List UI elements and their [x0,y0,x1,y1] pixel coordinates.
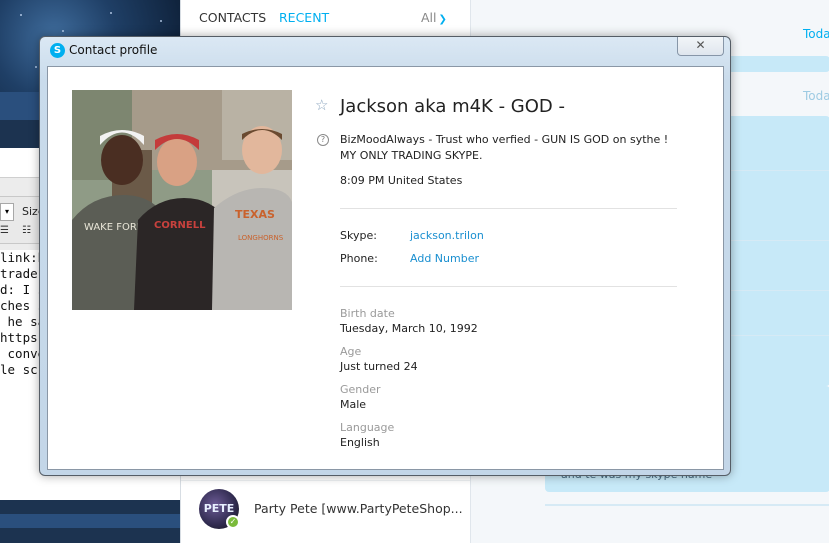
online-status-icon: ✓ [226,515,240,529]
shirt-text: CORNELL [154,220,206,231]
close-button[interactable]: ✕ [677,37,724,56]
birth-date-label: Birth date [340,307,395,320]
age-value: Just turned 24 [340,360,418,373]
profile-photo-image: WAKE FOREST CORNELL TEXAS LONGHORNS [72,90,292,310]
date-stamp: Toda [803,89,829,103]
contact-profile-dialog: S Contact profile ✕ WAKE FOREST CORNELL … [39,36,731,476]
mood-info-icon: ? [317,134,329,146]
phone-label: Phone: [340,252,378,265]
message-separator [545,504,829,506]
chevron-down-icon: ❯ [438,14,447,25]
numbered-list-icon[interactable]: ☷ [22,225,34,237]
font-size-dropdown[interactable]: ▾ [0,203,14,221]
contact-display-name: Jackson aka m4K - GOD - [340,96,565,117]
contact-list-item[interactable]: PETE ✓ Party Pete [www.PartyPeteShop... [181,480,471,536]
editor-bottom-bar [0,500,180,543]
date-stamp: Toda [803,27,829,41]
language-label: Language [340,421,395,434]
dialog-titlebar[interactable]: S Contact profile ✕ [40,37,730,65]
section-divider [340,286,677,287]
tab-recent[interactable]: RECENT [279,10,329,25]
align-icon[interactable]: ☰ [0,225,12,237]
section-divider [340,208,677,209]
skype-icon: S [50,43,65,58]
add-number-link[interactable]: Add Number [410,252,479,265]
contact-name: Party Pete [www.PartyPeteShop... [254,501,463,516]
favorite-star-icon[interactable]: ☆ [315,97,331,113]
profile-content: WAKE FOREST CORNELL TEXAS LONGHORNS ☆ Ja… [47,66,724,470]
contacts-filter-dropdown[interactable]: All ❯ [421,10,447,25]
dialog-title: Contact profile [69,43,158,57]
contacts-header: CONTACTS RECENT All ❯ [181,0,471,36]
age-label: Age [340,345,362,358]
filter-label: All [421,10,437,25]
local-time: 8:09 PM United States [340,174,463,187]
shirt-text: LONGHORNS [238,234,284,242]
gender-value: Male [340,398,367,411]
language-value: English [340,436,380,449]
gender-label: Gender [340,383,381,396]
skype-label: Skype: [340,229,377,242]
mood-message: BizMoodAlways - Trust who verfied - GUN … [340,133,669,162]
shirt-text: TEXAS [235,208,275,221]
profile-photo[interactable]: WAKE FOREST CORNELL TEXAS LONGHORNS [72,90,292,310]
skype-name-link[interactable]: jackson.trilon [410,229,484,242]
tab-contacts[interactable]: CONTACTS [199,10,266,25]
birth-date-value: Tuesday, March 10, 1992 [340,322,478,335]
